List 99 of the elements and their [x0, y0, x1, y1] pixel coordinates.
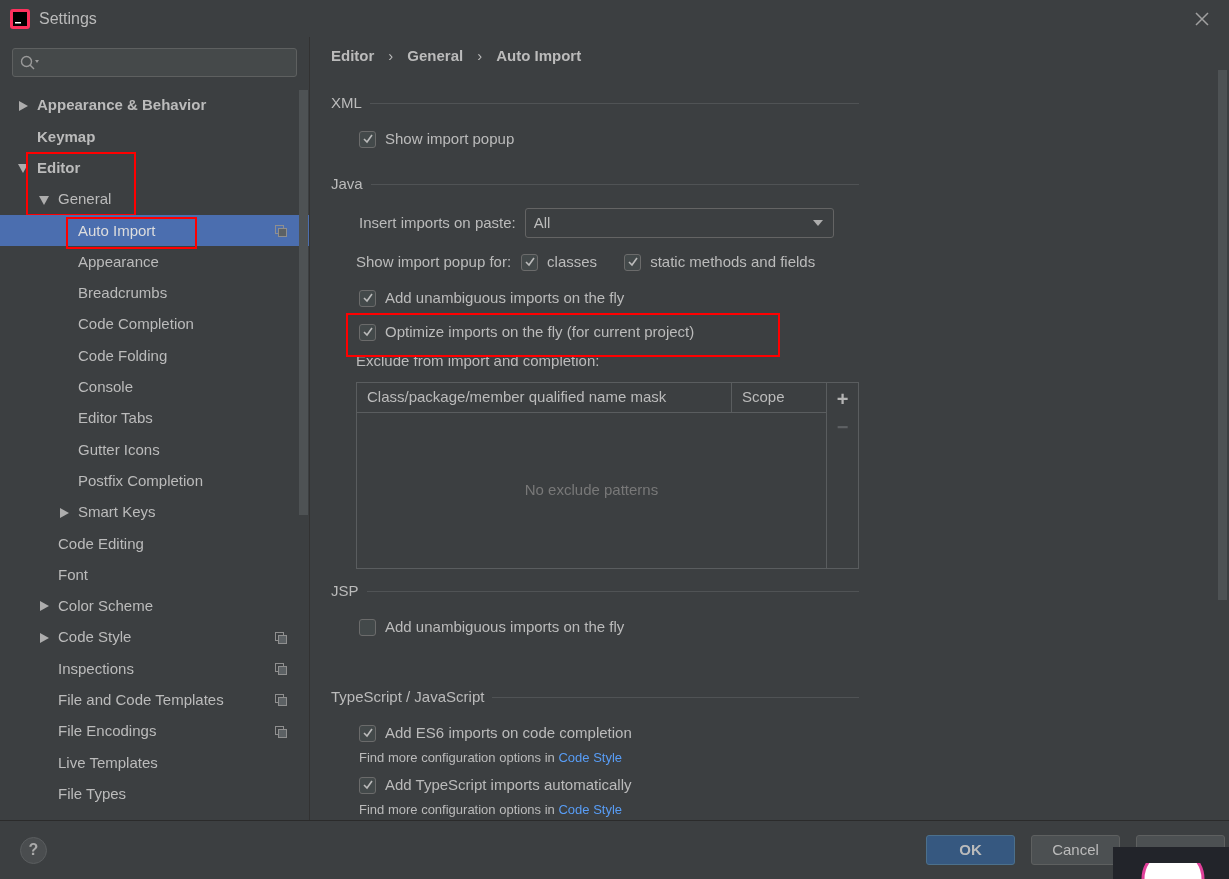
checkbox-label: classes [547, 251, 598, 272]
tree-item[interactable]: Code Folding [0, 340, 309, 372]
tree-item[interactable]: Postfix Completion [0, 465, 309, 497]
checkbox[interactable] [521, 253, 539, 271]
close-icon[interactable] [1195, 11, 1209, 26]
empty-table-text: No exclude patterns [524, 480, 659, 501]
dialog-button[interactable]: OK [926, 835, 1015, 865]
checkbox-label: Show import popup [385, 128, 515, 149]
ring-drawing [1141, 863, 1205, 879]
tree-item-label: Auto Import [78, 220, 156, 241]
tree-item-label: General [58, 189, 112, 210]
tree-item-label: Gutter Icons [78, 439, 160, 460]
checkbox-label: static methods and fields [650, 251, 816, 272]
section-title: Java [331, 173, 363, 194]
checkbox-label: Add unambiguous imports on the fly [385, 616, 625, 637]
column-header[interactable]: Scope [732, 383, 826, 412]
section-title: JSP [331, 580, 359, 601]
tree-item-label: Inspections [58, 658, 134, 679]
tree-item-label: Appearance [78, 251, 159, 272]
expand-arrow-icon[interactable] [38, 631, 50, 644]
tree-item[interactable]: Editor [0, 152, 309, 184]
breadcrumb-item[interactable]: Editor [331, 44, 375, 68]
tree-item[interactable]: Console [0, 371, 309, 403]
checkbox-label: Optimize imports on the fly (for current project) [385, 321, 695, 342]
window-title: Settings [39, 8, 97, 29]
tree-item-label: Code Editing [58, 533, 144, 554]
tree-item-label: File Encodings [58, 721, 157, 742]
dialog-button[interactable]: Cancel [1031, 835, 1120, 865]
field-label: Show import popup for: [356, 251, 512, 272]
checkbox[interactable] [359, 618, 376, 636]
help-button[interactable]: ? [20, 836, 47, 864]
tree-item[interactable]: Editor Tabs [0, 402, 309, 435]
tree-item[interactable]: File and Code Templates [0, 684, 309, 716]
tree-item[interactable]: File Encodings [0, 715, 309, 748]
tree-item[interactable]: Color Scheme [0, 590, 309, 623]
breadcrumb-item[interactable]: Auto Import [496, 44, 582, 68]
checkbox-label: Add TypeScript imports automatically [385, 774, 632, 795]
checkbox[interactable] [359, 289, 376, 307]
tree-item[interactable]: Gutter Icons [0, 434, 309, 466]
tree-item[interactable]: Keymap [0, 121, 309, 153]
tree-item[interactable]: Inspections [0, 653, 309, 685]
table-action-button[interactable]: + [828, 385, 857, 413]
breadcrumb-separator: › [477, 45, 483, 66]
checkbox-label: Add unambiguous imports on the fly [385, 287, 625, 308]
tree-item-label: Smart Keys [78, 502, 156, 523]
tree-item-label: Keymap [37, 126, 96, 147]
breadcrumb-item[interactable]: General [407, 44, 464, 68]
tree-item[interactable]: Appearance & Behavior [0, 90, 309, 122]
tree-item-label: File and Code Templates [58, 690, 224, 711]
checkbox[interactable] [359, 323, 376, 341]
app-logo-icon [10, 8, 30, 29]
tree-item[interactable]: Live Templates [0, 747, 309, 779]
column-header[interactable]: Class/package/member qualified name mask [357, 383, 732, 412]
section-title: XML [331, 92, 362, 113]
search-field[interactable] [12, 48, 297, 77]
scrollbar-thumb[interactable] [299, 90, 308, 515]
tree-item-label: Color Scheme [58, 596, 154, 617]
checkbox-label: Add ES6 imports on code completion [385, 722, 632, 743]
breadcrumb-separator: › [388, 45, 394, 66]
tree-item[interactable]: Code Editing [0, 528, 309, 560]
tree-item-label: File Types [58, 783, 127, 804]
tree-item-label: Editor [37, 158, 81, 178]
paste-dropdown[interactable]: All [524, 208, 834, 238]
caret-icon [812, 220, 823, 226]
expand-arrow-icon[interactable] [17, 99, 29, 112]
tree-item-label: Code Completion [78, 314, 194, 335]
checkbox[interactable] [359, 130, 376, 148]
expand-arrow-icon[interactable] [58, 506, 70, 519]
tree-item-label: Appearance & Behavior [37, 95, 207, 116]
tree-item-label: Font [58, 564, 88, 585]
search-icon [20, 54, 40, 71]
section-title: TypeScript / JavaScript [331, 686, 485, 707]
code-style-link[interactable]: Code Style [558, 802, 623, 818]
expand-arrow-icon[interactable] [38, 600, 50, 613]
tree-item[interactable]: Appearance [0, 246, 309, 278]
expand-arrow-icon[interactable] [17, 162, 29, 175]
tree-item[interactable]: Smart Keys [0, 496, 309, 529]
expand-arrow-icon[interactable] [38, 193, 50, 206]
tree-item-label: Console [78, 377, 134, 398]
tree-item[interactable]: Code Completion [0, 309, 309, 341]
tree-item-label: Editor Tabs [78, 408, 153, 429]
tree-item[interactable]: Breadcrumbs [0, 277, 309, 310]
field-label: Insert imports on paste: [359, 212, 516, 233]
checkbox[interactable] [359, 776, 376, 794]
tree-item[interactable]: Auto Import [0, 215, 309, 247]
tree-item-label: Code Style [58, 627, 132, 648]
checkbox[interactable] [624, 253, 642, 271]
tree-item[interactable]: File Types [0, 778, 309, 810]
tree-item-label: Code Folding [78, 345, 168, 366]
tree-item-label: Postfix Completion [78, 470, 204, 491]
tree-item-label: Breadcrumbs [78, 283, 168, 304]
checkbox[interactable] [359, 724, 376, 742]
code-style-link[interactable]: Code Style [558, 750, 623, 766]
hint-text: Find more configuration options in Code Style [359, 749, 623, 768]
tree-item-label: Live Templates [58, 752, 158, 773]
tree-item[interactable]: General [0, 183, 309, 216]
tree-item[interactable]: Code Style [0, 622, 309, 654]
tree-item[interactable]: Font [0, 559, 309, 591]
hint-text: Find more configuration options in Code Style [359, 801, 623, 820]
